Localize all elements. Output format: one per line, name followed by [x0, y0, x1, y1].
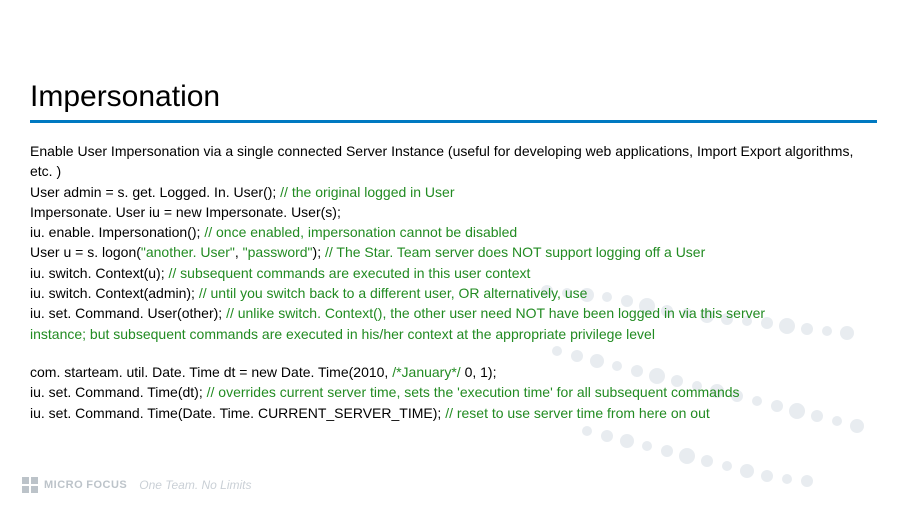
- code-line: User u = s. logon("another. User", "pass…: [30, 242, 877, 262]
- code-line: instance; but subsequent commands are ex…: [30, 324, 877, 344]
- brand-word-2: FOCUS: [86, 479, 127, 491]
- slide-body: Enable User Impersonation via a single c…: [30, 141, 877, 423]
- slide-title: Impersonation: [30, 80, 877, 114]
- brand-logo-icon: [22, 477, 38, 493]
- brand-tagline: One Team. No Limits: [139, 478, 251, 492]
- title-underline: [30, 120, 877, 123]
- code-line: iu. switch. Context(u); // subsequent co…: [30, 263, 877, 283]
- brand-word-1: MICRO: [44, 479, 83, 491]
- slide-content: Impersonation Enable User Impersonation …: [0, 0, 907, 423]
- brand-logo: MICRO FOCUS One Team. No Limits: [22, 477, 252, 493]
- code-line: iu. enable. Impersonation(); // once ena…: [30, 222, 877, 242]
- code-line: User admin = s. get. Logged. In. User();…: [30, 182, 877, 202]
- code-line: com. starteam. util. Date. Time dt = new…: [30, 362, 877, 382]
- code-line: iu. set. Command. User(other); // unlike…: [30, 303, 877, 323]
- code-line: Impersonate. User iu = new Impersonate. …: [30, 202, 877, 222]
- intro-text: Enable User Impersonation via a single c…: [30, 141, 877, 182]
- code-line: iu. switch. Context(admin); // until you…: [30, 283, 877, 303]
- code-line: iu. set. Command. Time(Date. Time. CURRE…: [30, 403, 877, 423]
- code-line: iu. set. Command. Time(dt); // overrides…: [30, 382, 877, 402]
